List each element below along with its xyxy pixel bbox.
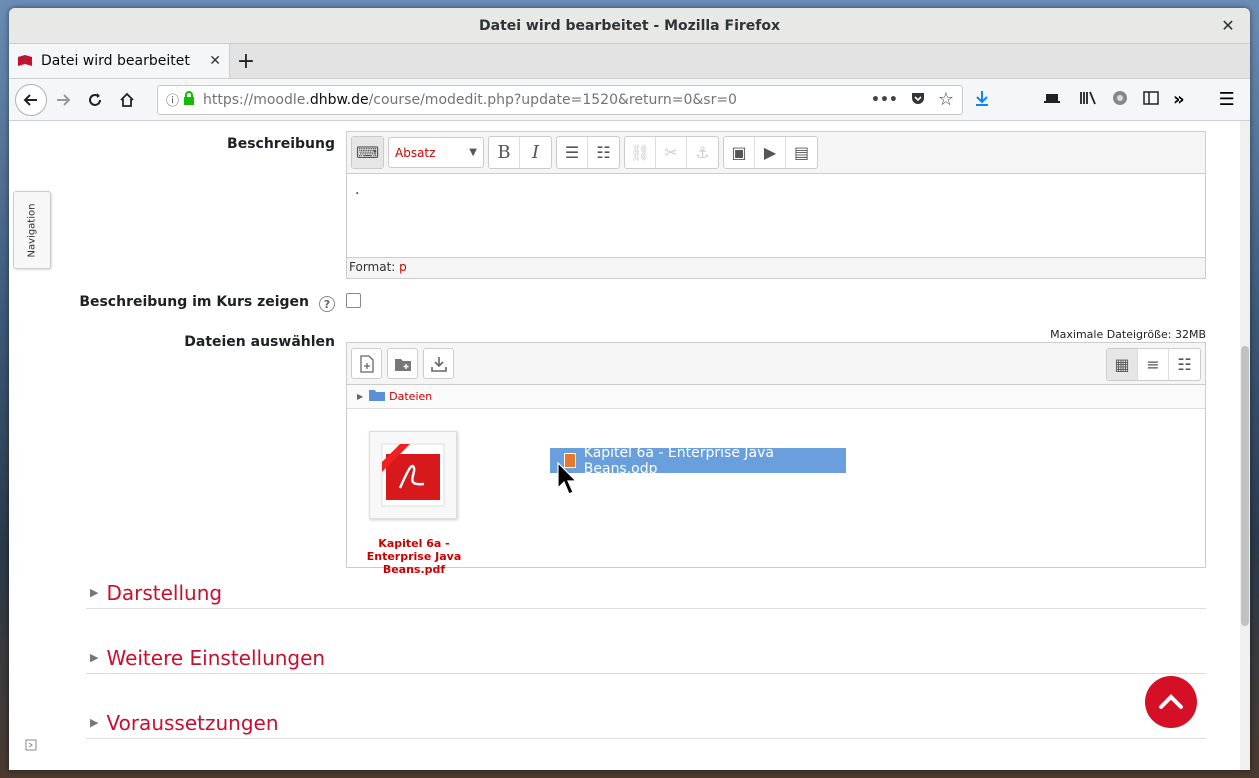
file-manager-toolbar: ▦ ≡ ☷ — [347, 343, 1205, 385]
home-button[interactable] — [111, 84, 143, 116]
browser-window: Datei wird bearbeitet - Mozilla Firefox … — [9, 8, 1250, 770]
paragraph-format-select[interactable]: Absatz ▼ — [388, 137, 484, 168]
back-to-top-button[interactable] — [1145, 676, 1197, 728]
view-mode-switcher: ▦ ≡ ☷ — [1106, 348, 1201, 381]
tab-close-icon[interactable]: ✕ — [209, 53, 221, 69]
dragged-file-name: Kapitel 6a - Enterprise Java Beans.odp — [583, 444, 774, 477]
tab-active[interactable]: Datei wird bearbeitet ✕ — [9, 44, 230, 78]
block-dock-icon[interactable] — [25, 739, 37, 754]
nav-toolbar: ⓘ https://moodle.dhbw.de/course/modedit.… — [9, 79, 1250, 121]
folder-breadcrumb: ▶ Dateien — [347, 385, 1205, 409]
tab-bar: Datei wird bearbeitet ✕ + — [9, 44, 1250, 79]
beschreibung-label: Beschreibung — [227, 136, 335, 152]
media-icon[interactable]: ▶ — [755, 137, 786, 168]
list-view-icon[interactable]: ≡ — [1138, 349, 1169, 380]
icon-view-icon[interactable]: ▦ — [1107, 349, 1138, 380]
tab-title: Datei wird bearbeitet — [41, 53, 190, 69]
dragged-file[interactable]: Kapitel 6a - Enterprise Java Beans.odp — [550, 445, 846, 477]
close-window-icon[interactable]: ✕ — [1218, 16, 1238, 36]
create-folder-icon[interactable] — [387, 348, 418, 379]
scrollbar[interactable] — [1240, 121, 1250, 770]
manage-files-icon[interactable]: ▤ — [786, 137, 817, 168]
page-actions-icon[interactable]: ••• — [871, 92, 898, 108]
forward-button[interactable] — [47, 84, 79, 116]
moodle-favicon-icon — [17, 54, 33, 68]
expand-arrow-icon[interactable]: ▶ — [357, 392, 363, 401]
download-all-icon[interactable] — [423, 348, 454, 379]
files-label: Dateien auswählen — [184, 334, 335, 350]
link-icon[interactable]: ⛓ — [625, 137, 656, 168]
navigation-label: Navigation — [26, 203, 38, 257]
url-bar[interactable]: ⓘ https://moodle.dhbw.de/course/modedit.… — [157, 84, 963, 115]
section-darstellung[interactable]: ▶ Darstellung — [86, 577, 1206, 609]
window-title: Datei wird bearbeitet - Mozilla Firefox — [479, 17, 780, 34]
folder-link[interactable]: Dateien — [389, 390, 432, 403]
collapse-triangle-icon: ▶ — [90, 716, 99, 729]
unordered-list-icon[interactable]: ☰ — [557, 137, 588, 168]
reload-button[interactable] — [79, 84, 111, 116]
pdf-file-icon[interactable] — [369, 431, 457, 519]
collapse-triangle-icon: ▶ — [90, 651, 99, 664]
editor-text-area[interactable]: . — [347, 174, 1205, 258]
italic-icon[interactable]: I — [520, 137, 551, 168]
tree-view-icon[interactable]: ☷ — [1169, 349, 1200, 380]
pdf-file-name[interactable]: Kapitel 6a - Enterprise Java Beans.pdf — [355, 537, 473, 576]
mouse-cursor-icon — [557, 461, 579, 500]
overflow-chevron-icon[interactable]: » — [1173, 89, 1185, 110]
section-weitere-einstellungen[interactable]: ▶ Weitere Einstellungen — [86, 642, 1206, 674]
image-icon[interactable]: ▣ — [724, 137, 755, 168]
anchor-link-icon[interactable]: ⚓ — [687, 137, 718, 168]
show-description-checkbox[interactable] — [346, 293, 361, 308]
format-path-link[interactable]: p — [399, 260, 407, 274]
help-icon[interactable]: ? — [319, 296, 335, 312]
menu-hamburger-icon[interactable]: ☰ — [1219, 89, 1235, 110]
library-icon[interactable] — [1079, 90, 1097, 110]
download-icon[interactable] — [973, 89, 991, 111]
unlink-icon[interactable]: ✂ — [656, 137, 687, 168]
lock-icon — [183, 90, 195, 109]
extension-icon[interactable] — [1111, 89, 1129, 111]
collapse-triangle-icon: ▶ — [90, 586, 99, 599]
info-icon[interactable]: ⓘ — [166, 90, 179, 109]
editor-status-bar: Format: p — [347, 257, 1205, 278]
bookmark-star-icon[interactable]: ☆ — [938, 89, 954, 110]
hat-extension-icon[interactable] — [1043, 90, 1061, 109]
add-file-icon[interactable] — [351, 348, 382, 379]
file-manager: ▦ ≡ ☷ ▶ Dateien Kapitel 6a - Enterprise … — [346, 342, 1206, 576]
ordered-list-icon[interactable]: ☷ — [588, 137, 619, 168]
back-button[interactable] — [15, 83, 47, 116]
file-area: Kapitel 6a - Enterprise Java Beans.pdf K… — [347, 409, 1205, 576]
page-content: Navigation Beschreibung ⌨ Absatz ▼ B I ☰ … — [9, 121, 1250, 770]
bold-icon[interactable]: B — [489, 137, 520, 168]
editor-toolbar: ⌨ Absatz ▼ B I ☰ ☷ ⛓ ✂ ⚓ ▣ ▶ ▤ — [347, 132, 1205, 174]
show-description-label: Beschreibung im Kurs zeigen — [79, 294, 309, 310]
description-editor[interactable]: ⌨ Absatz ▼ B I ☰ ☷ ⛓ ✂ ⚓ ▣ ▶ ▤ . Format:… — [346, 131, 1206, 279]
show-more-buttons-icon[interactable]: ⌨ — [352, 137, 383, 168]
navigation-drawer-tab[interactable]: Navigation — [13, 191, 51, 269]
folder-icon — [369, 389, 386, 404]
url-text: https://moodle.dhbw.de/course/modedit.ph… — [203, 91, 737, 108]
new-tab-icon[interactable]: + — [230, 44, 262, 78]
scrollbar-thumb[interactable] — [1241, 346, 1249, 626]
section-voraussetzungen[interactable]: ▶ Voraussetzungen — [86, 707, 1206, 739]
sidebar-toggle-icon[interactable] — [1143, 90, 1159, 110]
max-file-size: Maximale Dateigröße: 32MB — [1050, 328, 1206, 341]
window-titlebar: Datei wird bearbeitet - Mozilla Firefox … — [9, 8, 1250, 44]
pocket-icon[interactable] — [910, 90, 926, 110]
